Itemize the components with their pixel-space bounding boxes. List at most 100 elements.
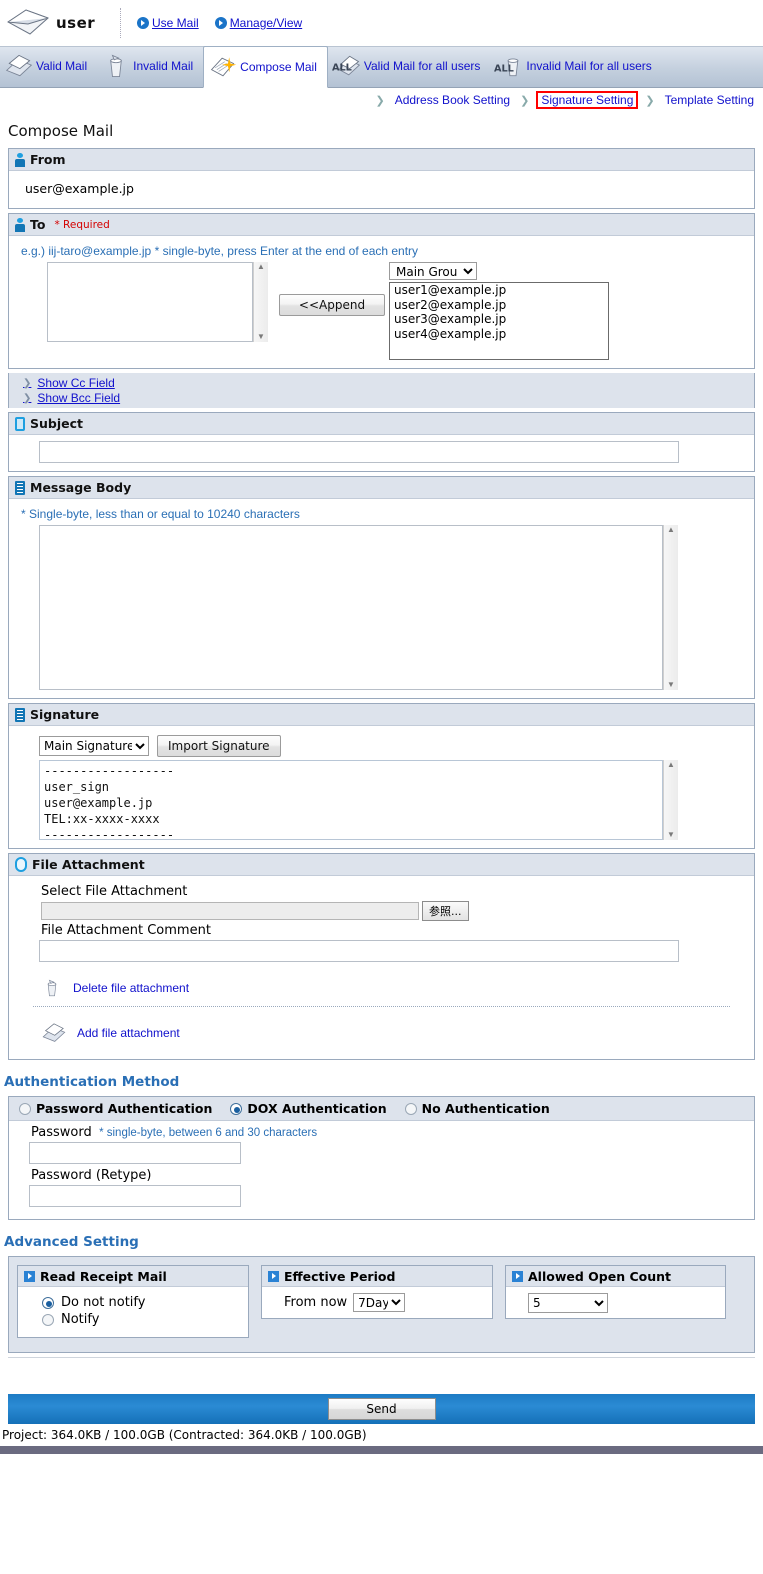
tab-valid-mail-all-users[interactable]: ALL Valid Mail for all users xyxy=(328,45,490,87)
from-address: user@example.jp xyxy=(25,181,134,196)
header-link-label: Use Mail xyxy=(152,16,199,30)
subject-panel-body xyxy=(9,435,754,471)
message-body-panel: Message Body * Single-byte, less than or… xyxy=(8,476,755,699)
message-body-panel-header: Message Body xyxy=(9,477,754,499)
scroll-down-icon[interactable]: ▼ xyxy=(257,333,265,341)
scroll-up-icon[interactable]: ▲ xyxy=(667,761,675,769)
show-cc-field-link[interactable]: ❯ Show Cc Field xyxy=(23,376,754,390)
from-panel-body: user@example.jp xyxy=(9,171,754,208)
password-retype-label: Password (Retype) xyxy=(31,1168,152,1183)
authentication-body: Password * single-byte, between 6 and 30… xyxy=(9,1121,754,1219)
scroll-up-icon[interactable]: ▲ xyxy=(667,526,675,534)
radio-icon-selected[interactable] xyxy=(230,1102,243,1115)
file-path-field[interactable] xyxy=(41,902,419,920)
radio-dox-authentication[interactable]: DOX Authentication xyxy=(230,1101,387,1116)
tab-label: Compose Mail xyxy=(240,60,317,74)
add-file-attachment-link[interactable]: Add file attachment xyxy=(77,1026,180,1040)
show-bcc-field-link[interactable]: ❯ Show Bcc Field xyxy=(23,391,754,405)
list-item[interactable]: user4@example.jp xyxy=(390,327,608,342)
list-item[interactable]: user1@example.jp xyxy=(390,283,608,298)
svg-text:ALL: ALL xyxy=(332,62,352,73)
show-fields: ❯ Show Cc Field ❯ Show Bcc Field xyxy=(8,373,755,408)
password-retype-input[interactable] xyxy=(29,1185,241,1207)
signature-controls: Main Signature Import Signature xyxy=(39,735,744,757)
group-select[interactable]: Main Group xyxy=(389,262,477,280)
radio-do-not-notify[interactable]: Do not notify xyxy=(42,1295,248,1310)
signature-textarea[interactable]: ------------------ user_sign user@exampl… xyxy=(39,760,663,840)
tab-invalid-mail[interactable]: Invalid Mail xyxy=(97,45,203,87)
radio-icon-selected[interactable] xyxy=(42,1296,54,1309)
signature-heading: Signature xyxy=(30,707,100,722)
list-item[interactable]: user2@example.jp xyxy=(390,298,608,313)
allowed-open-count-heading: Allowed Open Count xyxy=(528,1268,671,1284)
compose-sparkle-icon xyxy=(210,57,237,77)
all-envelope-icon: ALL xyxy=(332,55,360,76)
show-cc-field-label: Show Cc Field xyxy=(37,376,115,390)
add-file-attachment-row[interactable]: Add file attachment xyxy=(41,1021,744,1045)
radio-icon[interactable] xyxy=(404,1102,417,1115)
browse-button[interactable]: 参照... xyxy=(422,901,469,921)
sub-nav: ❯ Address Book Setting ❯ Signature Setti… xyxy=(0,88,763,112)
radio-password-authentication[interactable]: Password Authentication xyxy=(19,1101,212,1116)
header-link-use-mail[interactable]: Use Mail xyxy=(137,16,199,30)
message-body-input[interactable] xyxy=(39,525,663,690)
header-link-manage-view[interactable]: Manage/View xyxy=(214,16,302,30)
allowed-open-count-box: Allowed Open Count 5 xyxy=(505,1265,726,1319)
message-body-hint: * Single-byte, less than or equal to 102… xyxy=(21,507,300,521)
tab-valid-mail[interactable]: Valid Mail xyxy=(0,45,97,87)
tab-invalid-mail-all-users[interactable]: ALL Invalid Mail for all users xyxy=(490,45,661,87)
trash-can-icon xyxy=(110,54,122,78)
from-panel: From user@example.jp xyxy=(8,148,755,209)
file-attachment-panel-header: File Attachment xyxy=(9,854,754,876)
signature-scrollbar[interactable]: ▲ ▼ xyxy=(663,760,678,840)
file-attachment-heading: File Attachment xyxy=(32,857,145,872)
password-hint: * single-byte, between 6 and 30 characte… xyxy=(99,1127,318,1139)
read-receipt-box: Read Receipt Mail Do not notify Notify xyxy=(17,1265,249,1338)
radio-icon[interactable] xyxy=(42,1313,54,1326)
append-button[interactable]: <<Append xyxy=(279,294,385,316)
radio-label: No Authentication xyxy=(421,1101,550,1116)
radio-label: Password Authentication xyxy=(36,1101,213,1116)
header-divider xyxy=(120,8,121,38)
scroll-up-icon[interactable]: ▲ xyxy=(257,263,265,271)
subnav-signature-setting[interactable]: Signature Setting xyxy=(536,91,639,109)
to-row: ▲ ▼ <<Append Main Group user1@example.jp… xyxy=(19,262,744,360)
to-input[interactable] xyxy=(47,262,253,342)
subject-input[interactable] xyxy=(39,441,679,463)
effective-period-select[interactable]: 7Day xyxy=(353,1293,406,1312)
to-heading: To xyxy=(30,217,46,232)
signature-panel-header: Signature xyxy=(9,704,754,726)
import-signature-button[interactable]: Import Signature xyxy=(157,735,281,757)
subnav-template-setting[interactable]: Template Setting xyxy=(662,92,757,108)
read-receipt-body: Do not notify Notify xyxy=(18,1287,248,1337)
message-body-scrollbar[interactable]: ▲ ▼ xyxy=(663,525,678,690)
allowed-open-count-select[interactable]: 5 xyxy=(528,1293,608,1313)
file-attachment-panel-body: Select File Attachment 参照... File Attach… xyxy=(9,876,754,1059)
scroll-down-icon[interactable]: ▼ xyxy=(667,831,675,839)
tab-compose-mail[interactable]: Compose Mail xyxy=(203,46,328,88)
password-label: Password xyxy=(31,1125,92,1140)
to-input-scrollbar[interactable]: ▲ ▼ xyxy=(253,262,268,342)
subnav-address-book-setting[interactable]: Address Book Setting xyxy=(392,92,513,108)
scroll-down-icon[interactable]: ▼ xyxy=(667,681,675,689)
signature-select[interactable]: Main Signature xyxy=(39,736,149,756)
advanced-boxes: Read Receipt Mail Do not notify Notify E… xyxy=(17,1265,746,1338)
password-input[interactable] xyxy=(29,1142,241,1164)
tab-label: Valid Mail xyxy=(36,59,88,73)
radio-label: Do not notify xyxy=(61,1295,146,1310)
delete-file-attachment-link[interactable]: Delete file attachment xyxy=(73,981,189,995)
envelope-tray-icon xyxy=(42,1023,66,1042)
radio-icon[interactable] xyxy=(19,1102,31,1115)
effective-period-header: Effective Period xyxy=(262,1266,492,1287)
signature-panel: Signature Main Signature Import Signatur… xyxy=(8,703,755,849)
lines-icon xyxy=(15,707,25,722)
delete-file-attachment-row[interactable]: Delete file attachment xyxy=(41,976,744,1000)
send-button[interactable]: Send xyxy=(327,1398,436,1420)
effective-period-box: Effective Period From now 7Day xyxy=(261,1265,493,1319)
tab-label: Valid Mail for all users xyxy=(363,59,481,73)
file-attachment-comment-input[interactable] xyxy=(39,940,679,962)
address-list[interactable]: user1@example.jp user2@example.jp user3@… xyxy=(389,282,609,360)
radio-no-authentication[interactable]: No Authentication xyxy=(404,1101,550,1116)
list-item[interactable]: user3@example.jp xyxy=(390,312,608,327)
radio-notify[interactable]: Notify xyxy=(42,1312,248,1327)
